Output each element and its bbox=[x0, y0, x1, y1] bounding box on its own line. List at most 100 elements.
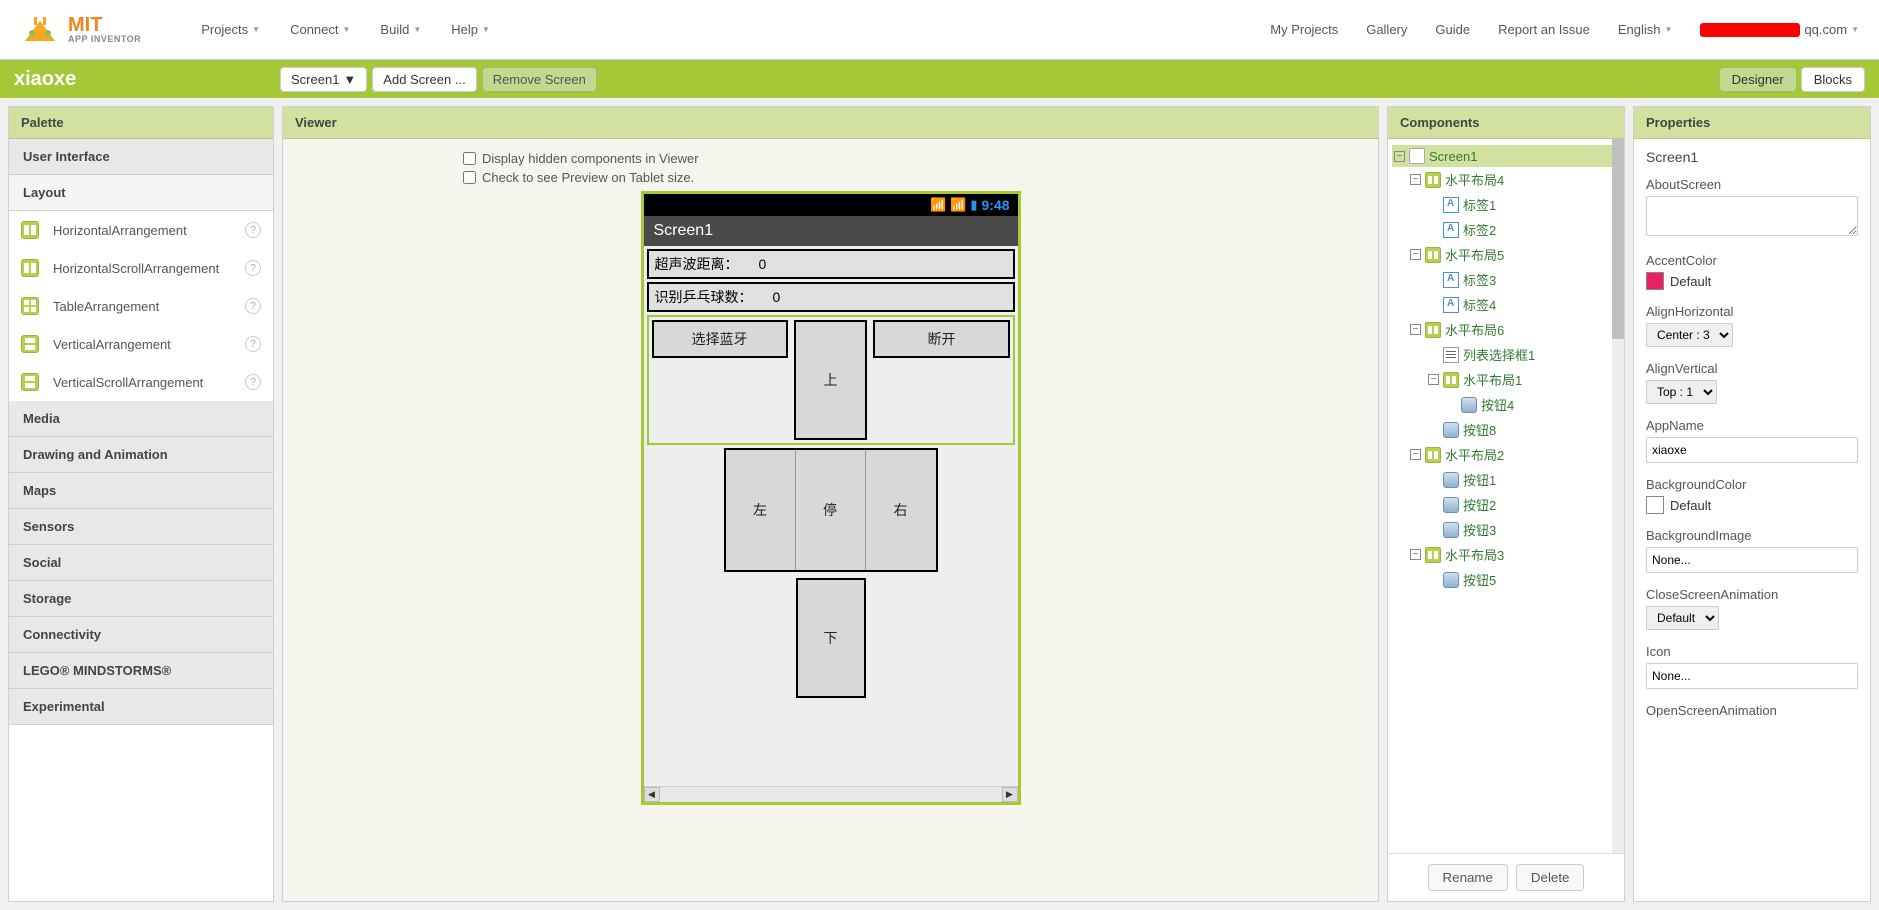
logo[interactable]: MIT APP INVENTOR bbox=[20, 13, 141, 47]
palette-cat-ui[interactable]: User Interface bbox=[9, 139, 273, 175]
horizontal-scrollbar[interactable]: ◀ ▶ bbox=[644, 786, 1018, 802]
display-hidden-label: Display hidden components in Viewer bbox=[482, 151, 699, 166]
color-swatch-icon bbox=[1646, 496, 1664, 514]
tree-node-按钮5[interactable]: 按钮5 bbox=[1392, 567, 1620, 592]
tree-node-按钮1[interactable]: 按钮1 bbox=[1392, 467, 1620, 492]
screen-selector[interactable]: Screen1▼ bbox=[280, 67, 367, 92]
btn-select-bluetooth[interactable]: 选择蓝牙 bbox=[652, 320, 788, 358]
top-navbar: MIT APP INVENTOR Projects▼ Connect▼ Buil… bbox=[0, 0, 1879, 60]
prop-select-alignhorizontal[interactable]: Center : 3 bbox=[1646, 323, 1733, 347]
button-row-3[interactable]: 下 bbox=[647, 575, 1015, 701]
button-row-2[interactable]: 左 停 右 bbox=[647, 448, 1015, 572]
help-icon[interactable]: ? bbox=[245, 336, 261, 352]
help-icon[interactable]: ? bbox=[245, 374, 261, 390]
tree-collapse-icon[interactable]: − bbox=[1410, 449, 1421, 460]
palette-item-vertical-arrangement[interactable]: VerticalArrangement? bbox=[9, 325, 273, 363]
tree-node-标签2[interactable]: 标签2 bbox=[1392, 217, 1620, 242]
row-pingpong[interactable]: 识别乒乓球数：0 bbox=[647, 282, 1015, 312]
tree-node-水平布局4[interactable]: −水平布局4 bbox=[1392, 167, 1620, 192]
prop-input-bgimage[interactable] bbox=[1646, 547, 1858, 573]
palette-cat-drawing[interactable]: Drawing and Animation bbox=[9, 437, 273, 473]
tree-node-水平布局2[interactable]: −水平布局2 bbox=[1392, 442, 1620, 467]
prop-accentcolor-picker[interactable]: Default bbox=[1646, 272, 1858, 290]
tree-collapse-icon[interactable]: − bbox=[1428, 374, 1439, 385]
prop-select-alignvertical[interactable]: Top : 1 bbox=[1646, 380, 1717, 404]
tree-collapse-icon[interactable]: − bbox=[1410, 549, 1421, 560]
scroll-track[interactable] bbox=[660, 787, 1002, 802]
tree-node-水平布局6[interactable]: −水平布局6 bbox=[1392, 317, 1620, 342]
palette-cat-maps[interactable]: Maps bbox=[9, 473, 273, 509]
scroll-left-icon[interactable]: ◀ bbox=[644, 787, 660, 802]
prop-input-icon[interactable] bbox=[1646, 663, 1858, 689]
tree-node-按钮8[interactable]: 按钮8 bbox=[1392, 417, 1620, 442]
link-my-projects[interactable]: My Projects bbox=[1270, 22, 1338, 37]
menu-help[interactable]: Help▼ bbox=[451, 22, 490, 37]
tablet-preview-checkbox[interactable] bbox=[463, 171, 476, 184]
menu-build[interactable]: Build▼ bbox=[380, 22, 421, 37]
display-hidden-checkbox[interactable] bbox=[463, 152, 476, 165]
rename-button[interactable]: Rename bbox=[1428, 864, 1508, 891]
row-ultrasonic[interactable]: 超声波距离：0 bbox=[647, 249, 1015, 279]
help-icon[interactable]: ? bbox=[245, 298, 261, 314]
button-row-1[interactable]: 选择蓝牙 上 断开 bbox=[647, 315, 1015, 445]
phone-preview[interactable]: 📶 📶 ▮ 9:48 Screen1 超声波距离：0 识别乒乓球数：0 选择蓝牙… bbox=[641, 191, 1021, 805]
tree-node-Screen1[interactable]: −Screen1 bbox=[1392, 145, 1620, 167]
palette-item-horizontal-arrangement[interactable]: HorizontalArrangement? bbox=[9, 211, 273, 249]
tab-blocks[interactable]: Blocks bbox=[1801, 67, 1865, 92]
menu-projects[interactable]: Projects▼ bbox=[201, 22, 260, 37]
tree-collapse-icon[interactable]: − bbox=[1410, 174, 1421, 185]
palette-item-table-arrangement[interactable]: TableArrangement? bbox=[9, 287, 273, 325]
add-screen-button[interactable]: Add Screen ... bbox=[372, 67, 476, 92]
scroll-right-icon[interactable]: ▶ bbox=[1002, 787, 1018, 802]
help-icon[interactable]: ? bbox=[245, 260, 261, 276]
delete-button[interactable]: Delete bbox=[1516, 864, 1585, 891]
palette-cat-lego[interactable]: LEGO® MINDSTORMS® bbox=[9, 653, 273, 689]
menu-connect[interactable]: Connect▼ bbox=[290, 22, 350, 37]
link-report-issue[interactable]: Report an Issue bbox=[1498, 22, 1590, 37]
phone-content[interactable]: 超声波距离：0 识别乒乓球数：0 选择蓝牙 上 断开 左 停 bbox=[644, 246, 1018, 802]
menu-language[interactable]: English▼ bbox=[1618, 22, 1673, 37]
tree-collapse-icon[interactable]: − bbox=[1410, 249, 1421, 260]
tree-node-按钮3[interactable]: 按钮3 bbox=[1392, 517, 1620, 542]
tree-node-标签3[interactable]: 标签3 bbox=[1392, 267, 1620, 292]
tree-node-标签1[interactable]: 标签1 bbox=[1392, 192, 1620, 217]
link-gallery[interactable]: Gallery bbox=[1366, 22, 1407, 37]
prop-select-closeanim[interactable]: Default bbox=[1646, 606, 1719, 630]
properties-header: Properties bbox=[1634, 107, 1870, 139]
tab-designer[interactable]: Designer bbox=[1719, 67, 1797, 92]
prop-label-appname: AppName bbox=[1646, 418, 1858, 433]
tree-collapse-icon[interactable]: − bbox=[1410, 324, 1421, 335]
help-icon[interactable]: ? bbox=[245, 222, 261, 238]
palette-cat-experimental[interactable]: Experimental bbox=[9, 689, 273, 725]
vertical-scrollbar[interactable] bbox=[1612, 139, 1624, 853]
prop-input-appname[interactable] bbox=[1646, 437, 1858, 463]
btn-up[interactable]: 上 bbox=[794, 320, 868, 440]
tree-node-按钮2[interactable]: 按钮2 bbox=[1392, 492, 1620, 517]
tree-node-水平布局1[interactable]: −水平布局1 bbox=[1392, 367, 1620, 392]
palette-item-horizontal-scroll-arrangement[interactable]: HorizontalScrollArrangement? bbox=[9, 249, 273, 287]
btn-left[interactable]: 左 bbox=[726, 450, 796, 570]
palette-cat-sensors[interactable]: Sensors bbox=[9, 509, 273, 545]
btn-right[interactable]: 右 bbox=[866, 450, 936, 570]
link-guide[interactable]: Guide bbox=[1435, 22, 1470, 37]
palette-cat-social[interactable]: Social bbox=[9, 545, 273, 581]
prop-bgcolor-picker[interactable]: Default bbox=[1646, 496, 1858, 514]
tree-node-水平布局5[interactable]: −水平布局5 bbox=[1392, 242, 1620, 267]
palette-cat-media[interactable]: Media bbox=[9, 401, 273, 437]
btn-disconnect[interactable]: 断开 bbox=[873, 320, 1009, 358]
tree-node-水平布局3[interactable]: −水平布局3 bbox=[1392, 542, 1620, 567]
prop-input-aboutscreen[interactable] bbox=[1646, 196, 1858, 236]
palette-cat-layout[interactable]: Layout bbox=[9, 175, 273, 211]
palette-item-vertical-scroll-arrangement[interactable]: VerticalScrollArrangement? bbox=[9, 363, 273, 401]
btn-stop[interactable]: 停 bbox=[796, 450, 866, 570]
color-swatch-icon bbox=[1646, 272, 1664, 290]
palette-cat-storage[interactable]: Storage bbox=[9, 581, 273, 617]
tree-node-按钮4[interactable]: 按钮4 bbox=[1392, 392, 1620, 417]
menu-account[interactable]: qq.com▼ bbox=[1700, 22, 1859, 37]
tree-node-标签4[interactable]: 标签4 bbox=[1392, 292, 1620, 317]
tree-node-列表选择框1[interactable]: 列表选择框1 bbox=[1392, 342, 1620, 367]
btn-down[interactable]: 下 bbox=[796, 578, 866, 698]
remove-screen-button[interactable]: Remove Screen bbox=[482, 67, 597, 92]
palette-cat-connectivity[interactable]: Connectivity bbox=[9, 617, 273, 653]
tree-collapse-icon[interactable]: − bbox=[1394, 151, 1405, 162]
